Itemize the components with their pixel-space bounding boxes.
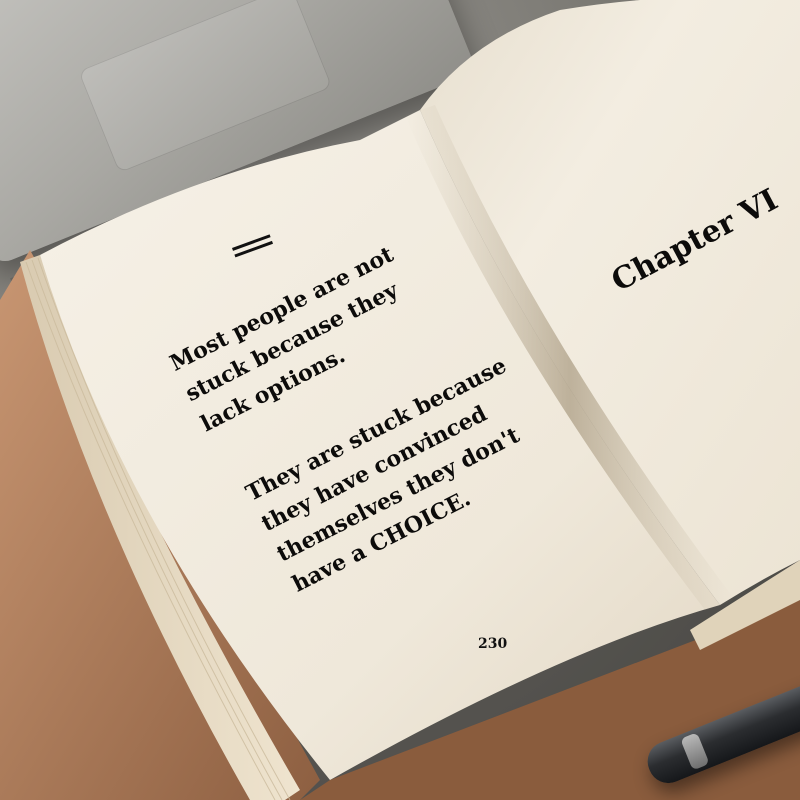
open-book xyxy=(0,0,800,800)
photo-scene: Most people are not stuck because they l… xyxy=(0,0,800,800)
pen-band xyxy=(680,732,710,771)
